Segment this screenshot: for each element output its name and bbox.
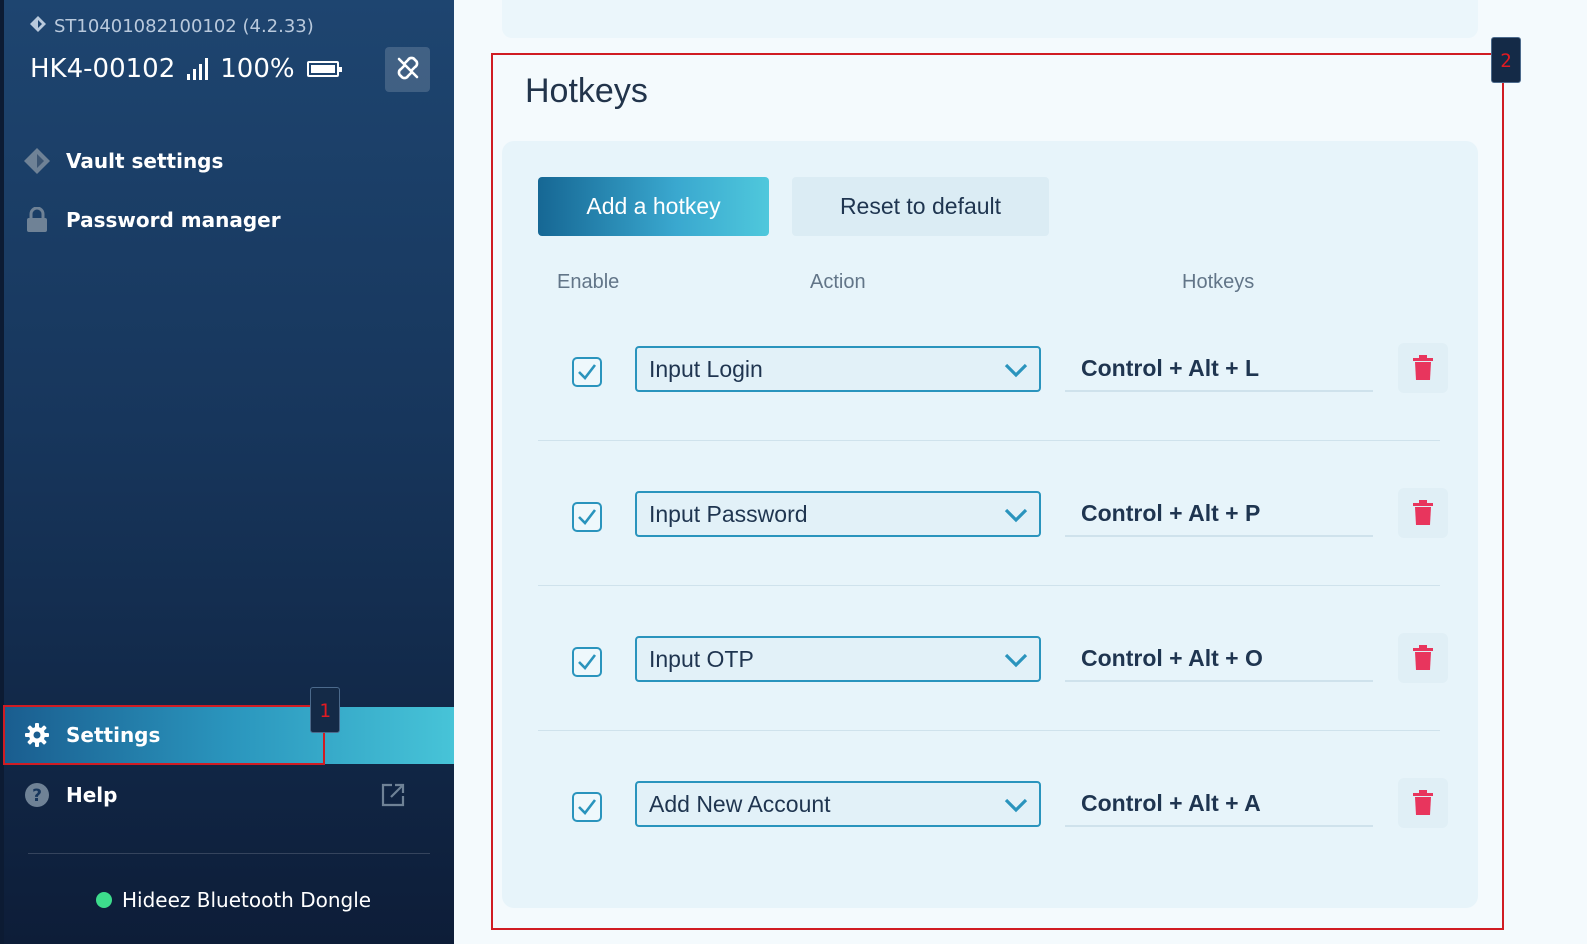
dongle-label: Hideez Bluetooth Dongle (122, 888, 372, 912)
lock-icon (24, 207, 50, 233)
signal-strength-icon (187, 58, 209, 80)
annotation-box-2 (491, 53, 1504, 930)
sidebar-item-label: Help (66, 783, 118, 807)
status-dot-icon (96, 892, 112, 908)
svg-text:?: ? (32, 786, 42, 806)
sidebar-divider (28, 853, 430, 854)
external-link-icon[interactable] (380, 782, 406, 812)
battery-icon (306, 61, 342, 77)
annotation-tag-2: 2 (1491, 37, 1521, 83)
sidebar-item-label: Password manager (66, 208, 281, 232)
sidebar-item-label: Vault settings (66, 149, 224, 173)
vault-diamond-icon (30, 16, 46, 37)
battery-percent: 100% (220, 54, 295, 84)
sidebar-item-help[interactable]: ? Help (24, 782, 117, 808)
device-id-row: ST10401082100102 (4.2.33) (30, 16, 314, 37)
device-name: HK4-00102 (30, 54, 176, 84)
device-id: ST10401082100102 (4.2.33) (54, 16, 314, 37)
unlink-icon (395, 55, 421, 85)
device-status-row: HK4-00102 100% (30, 54, 342, 84)
annotation-tag-1: 1 (310, 687, 340, 733)
disconnect-button[interactable] (385, 47, 430, 92)
help-icon: ? (24, 782, 50, 808)
vault-diamond-icon (24, 148, 50, 174)
previous-section-card (502, 0, 1478, 38)
sidebar-item-password-manager[interactable]: Password manager (24, 207, 281, 233)
sidebar-item-vault-settings[interactable]: Vault settings (24, 148, 223, 174)
dongle-status: Hideez Bluetooth Dongle (96, 888, 371, 912)
annotation-box-1 (3, 705, 325, 765)
